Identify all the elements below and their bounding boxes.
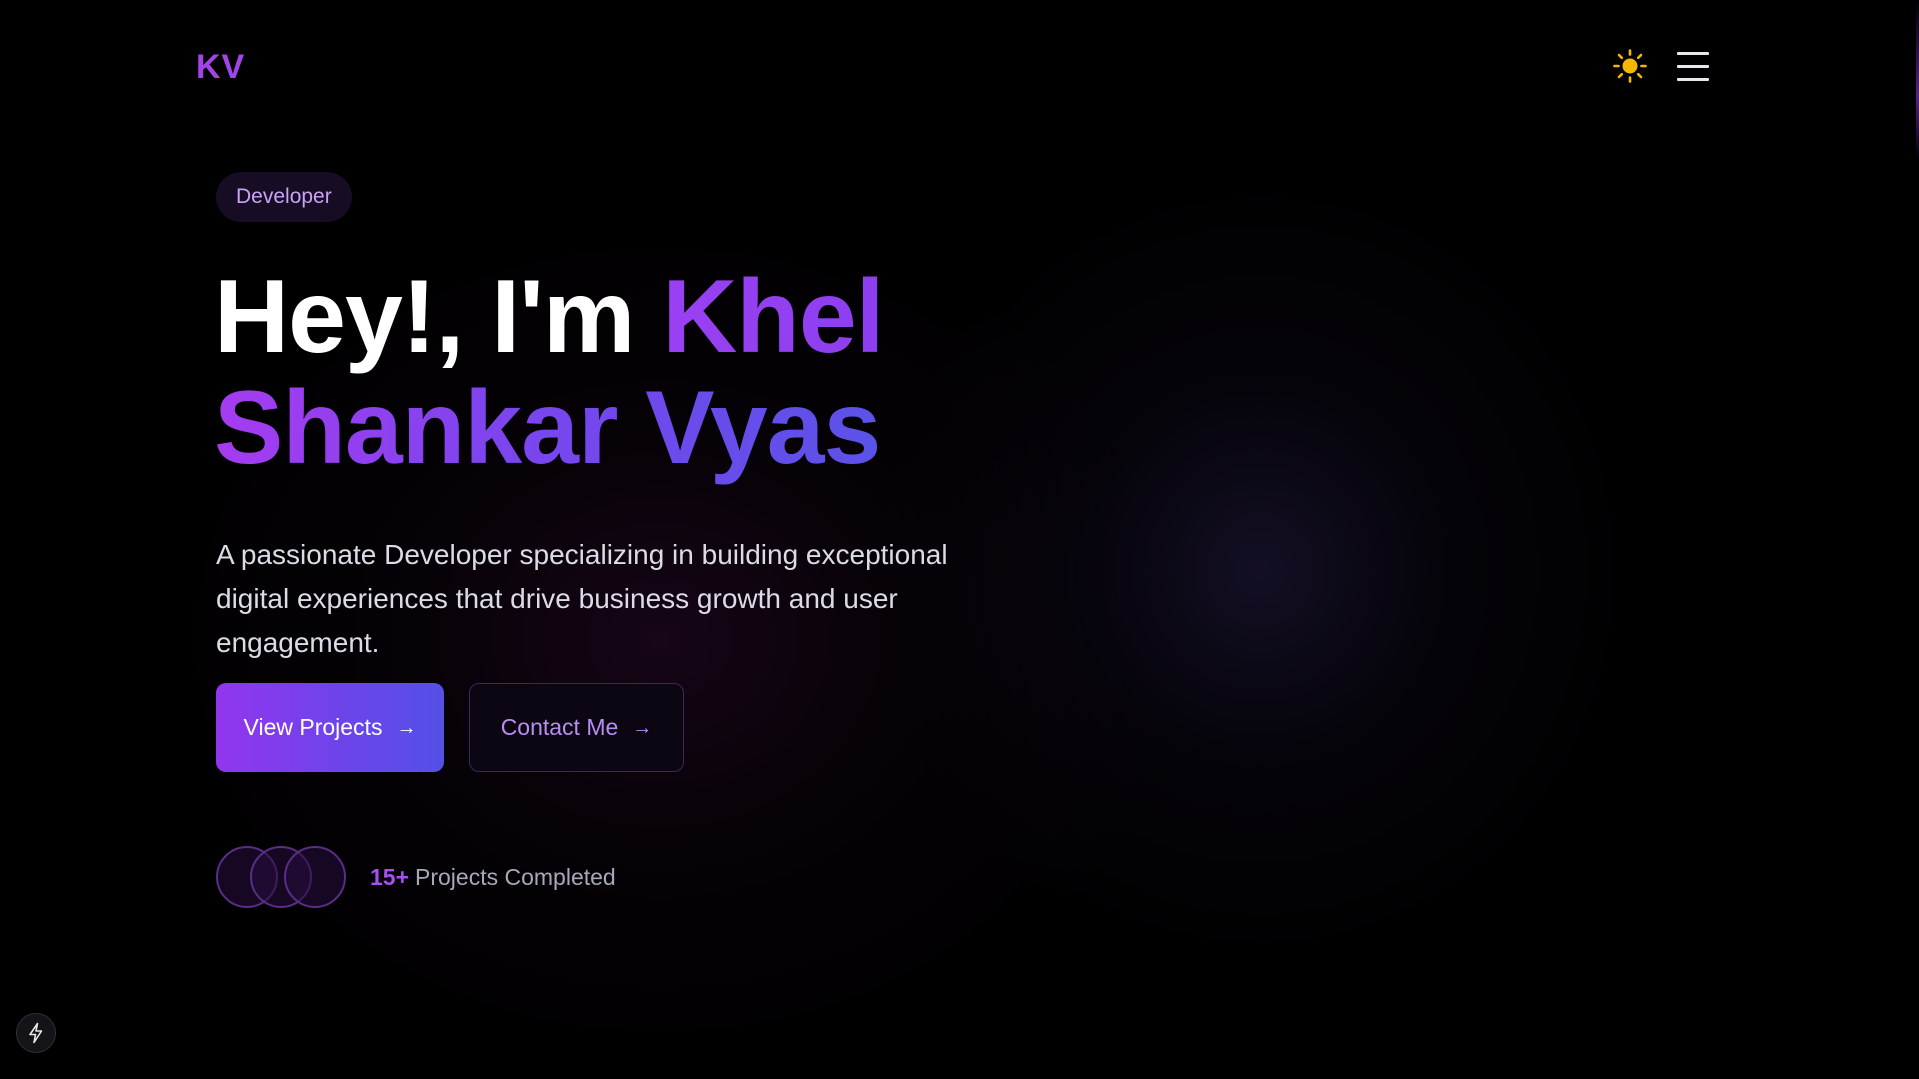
avatar — [284, 846, 346, 908]
theme-toggle-button[interactable] — [1612, 48, 1648, 84]
arrow-right-icon: → — [396, 716, 417, 739]
sun-icon — [1613, 49, 1647, 83]
role-badge: Developer — [216, 172, 352, 222]
view-projects-button[interactable]: View Projects → — [216, 683, 444, 772]
stat-label: Projects Completed — [415, 863, 616, 890]
hero-description: A passionate Developer specializing in b… — [216, 539, 948, 658]
headline-intro: Hey!, I'm — [214, 259, 663, 375]
projects-stat: 15+ Projects Completed — [216, 846, 616, 908]
stat-text: 15+ Projects Completed — [370, 864, 616, 891]
contact-me-button[interactable]: Contact Me → — [469, 683, 684, 772]
arrow-right-icon: → — [632, 716, 653, 739]
page: KV Developer Hey!, I'm KhelShankar Vyas — [0, 0, 1919, 1079]
headline-name-rest: Shankar Vyas — [214, 370, 881, 486]
site-logo[interactable]: KV — [196, 48, 245, 87]
view-projects-label: View Projects — [243, 714, 383, 740]
lightning-bolt-icon — [29, 1022, 43, 1044]
headline-name-first: Khel — [662, 259, 884, 375]
stat-value: 15+ — [370, 863, 410, 890]
menu-button[interactable] — [1677, 50, 1709, 82]
hero-headline: Hey!, I'm Khel Shankar Vyas — [214, 259, 885, 486]
contact-me-label: Contact Me — [500, 714, 619, 740]
devtools-button[interactable] — [16, 1013, 56, 1053]
avatar-stack — [216, 846, 346, 908]
